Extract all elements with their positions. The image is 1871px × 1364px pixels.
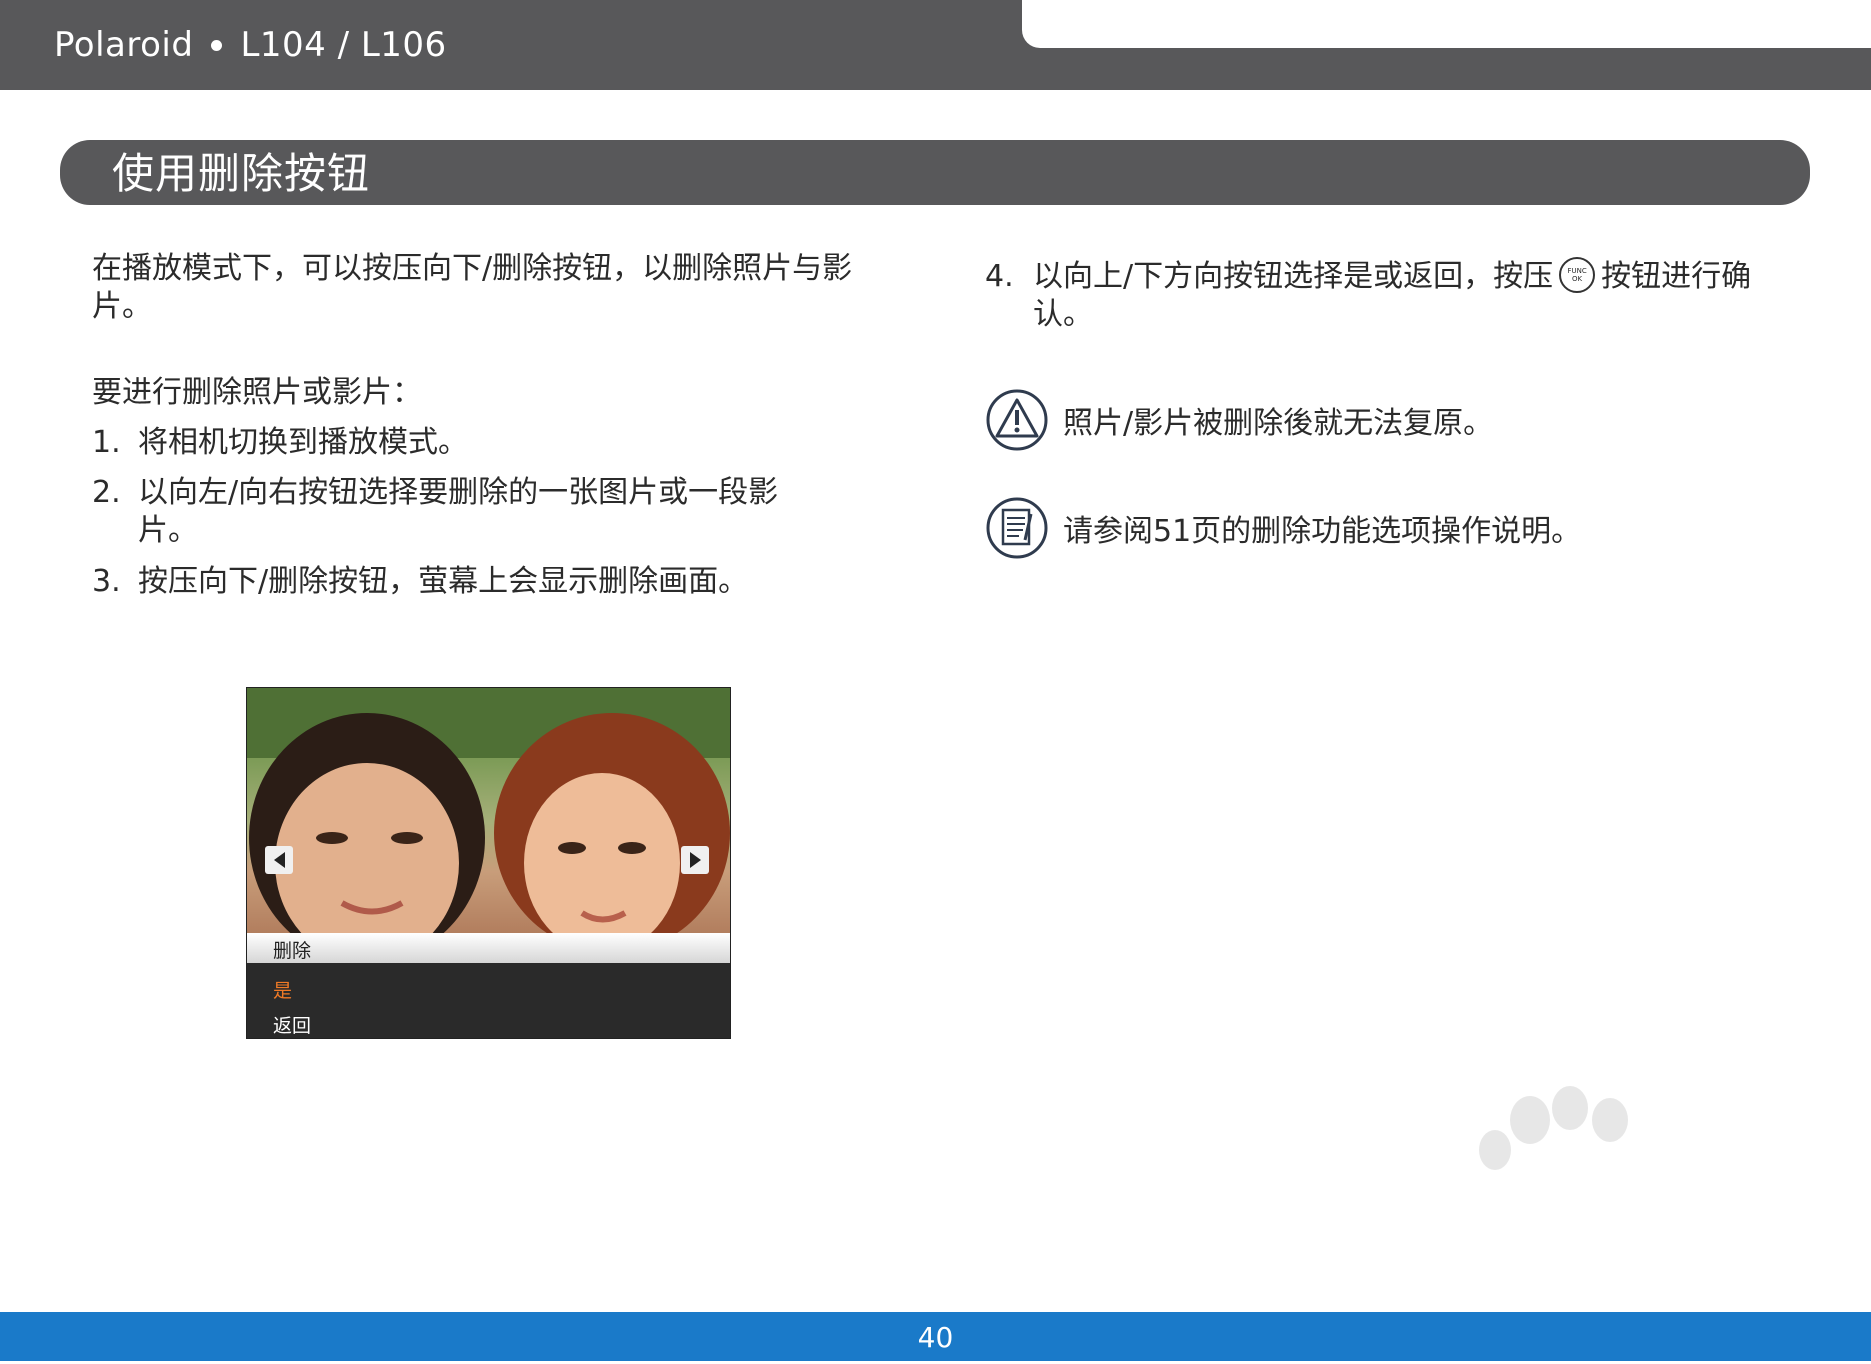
baidu-jingyan-watermark — [1479, 1086, 1628, 1170]
memo-note: 请参阅51页的删除功能选项操作说明。 — [985, 496, 1581, 560]
header-bar: Polaroid L104 / L106 — [0, 0, 1871, 90]
step4-text-before: 以向上/下方向按钮选择是或返回，按压 — [1033, 259, 1554, 294]
menu-option-back: 返回 — [273, 1015, 312, 1037]
func-ok-button-icon: FUNC OK — [1559, 256, 1596, 293]
section-title: 使用删除按钮 — [112, 149, 371, 198]
header-model: L104 / L106 — [240, 25, 447, 65]
camera-screen-illustration: 删除 是 返回 — [246, 687, 731, 1039]
next-arrow-icon — [681, 846, 709, 874]
header-title: Polaroid L104 / L106 — [54, 20, 447, 70]
bullet-dot-icon — [211, 39, 223, 51]
step-text: 以向左/向右按钮选择要删除的一张图片或一段影片。 — [138, 475, 779, 548]
ok-icon-label: OK — [1572, 274, 1583, 283]
step-item: 2. 以向左/向右按钮选择要删除的一张图片或一段影片。 — [92, 474, 832, 550]
menu-option-yes: 是 — [273, 980, 293, 1002]
delete-menu-title: 删除 — [273, 940, 312, 962]
step-text: 按压向下/删除按钮，萤幕上会显示删除画面。 — [138, 564, 749, 599]
step-text: 将相机切换到播放模式。 — [138, 425, 468, 460]
previous-arrow-icon — [265, 846, 293, 874]
two-women-photo — [247, 688, 730, 933]
step-number: 2. — [92, 475, 121, 510]
steps-heading: 要进行删除照片或影片： — [92, 375, 422, 410]
step-item: 3. 按压向下/删除按钮，萤幕上会显示删除画面。 — [92, 563, 852, 601]
playback-photo — [247, 688, 730, 933]
section-banner: 使用删除按钮 — [60, 140, 1810, 205]
step-item: 1. 将相机切换到播放模式。 — [92, 424, 852, 462]
intro-paragraph: 在播放模式下，可以按压向下/删除按钮，以删除照片与影片。 — [92, 251, 853, 324]
page-number: 40 — [917, 1321, 954, 1354]
memo-note-text: 请参阅51页的删除功能选项操作说明。 — [1063, 514, 1582, 549]
memo-icon — [986, 497, 1048, 559]
step-number: 1. — [92, 425, 121, 460]
warning-note-text: 照片/影片被删除後就无法复原。 — [1063, 406, 1494, 441]
warning-icon — [986, 389, 1048, 451]
step-number: 3. — [92, 564, 121, 599]
func-icon-label: FUNC — [1567, 266, 1587, 275]
delete-menu-bar: 删除 — [247, 933, 730, 963]
warning-note: 照片/影片被删除後就无法复原。 — [985, 388, 1493, 452]
footer-bar: 40 — [0, 1312, 1871, 1361]
header-tab-tail — [1841, 48, 1871, 90]
step-number: 4. — [985, 259, 1014, 294]
header-brand: Polaroid — [54, 25, 194, 65]
header-tab-cutout — [1022, 0, 1871, 48]
step-item: 4. 以向上/下方向按钮选择是或返回，按压 FUNC OK 按钮进行确认。 — [985, 256, 1785, 334]
step-text: 以向上/下方向按钮选择是或返回，按压 FUNC OK 按钮进行确认。 — [1033, 256, 1785, 334]
